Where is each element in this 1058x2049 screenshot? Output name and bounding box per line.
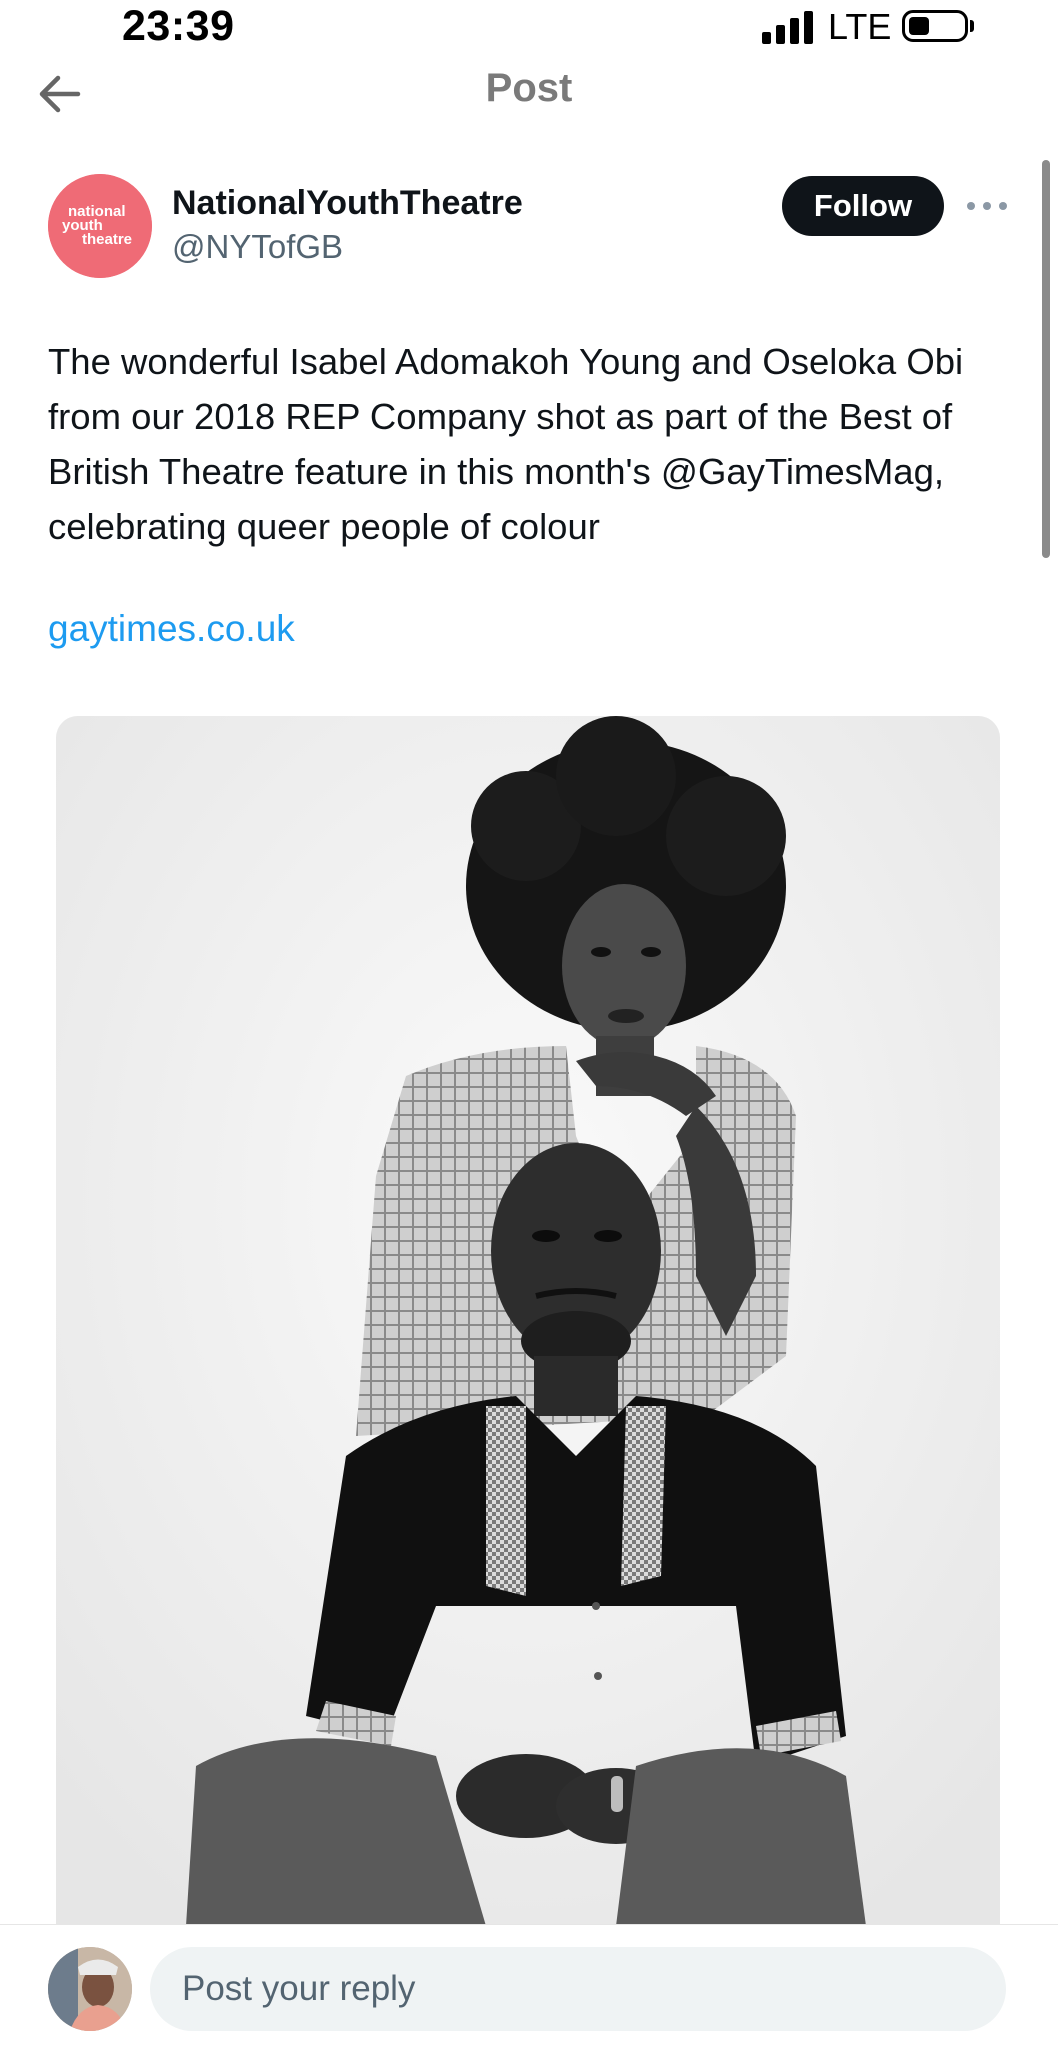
author-avatar[interactable]: national youth theatre <box>48 174 152 278</box>
signal-bars-icon <box>762 10 816 44</box>
portrait-image <box>56 716 1000 1926</box>
more-options-button[interactable] <box>964 196 1010 216</box>
user-avatar[interactable] <box>48 1947 132 2031</box>
scrollbar[interactable] <box>1042 160 1050 558</box>
reply-bar <box>0 1924 1058 2049</box>
page-title: Post <box>485 66 573 110</box>
network-type: LTE <box>828 6 892 47</box>
svg-text:theatre: theatre <box>82 231 132 248</box>
post-link[interactable]: gaytimes.co.uk <box>48 608 295 650</box>
follow-button[interactable]: Follow <box>782 176 944 236</box>
post-text: The wonderful Isabel Adomakoh Young and … <box>48 341 964 547</box>
user-avatar-image <box>48 1947 132 2031</box>
status-bar: 23:39 LTE <box>0 0 1058 58</box>
post-photo[interactable] <box>56 716 1000 1926</box>
author-display-name[interactable]: NationalYouthTheatre <box>172 184 523 223</box>
reply-input[interactable] <box>150 1947 1006 2031</box>
battery-tip <box>970 20 974 32</box>
ellipsis-icon <box>967 202 1007 210</box>
battery-icon <box>902 10 968 42</box>
status-time: 23:39 <box>122 2 235 50</box>
author-handle[interactable]: @NYTofGB <box>172 228 343 266</box>
top-nav: Post <box>0 58 1058 124</box>
national-youth-theatre-logo: national youth theatre <box>48 174 152 278</box>
